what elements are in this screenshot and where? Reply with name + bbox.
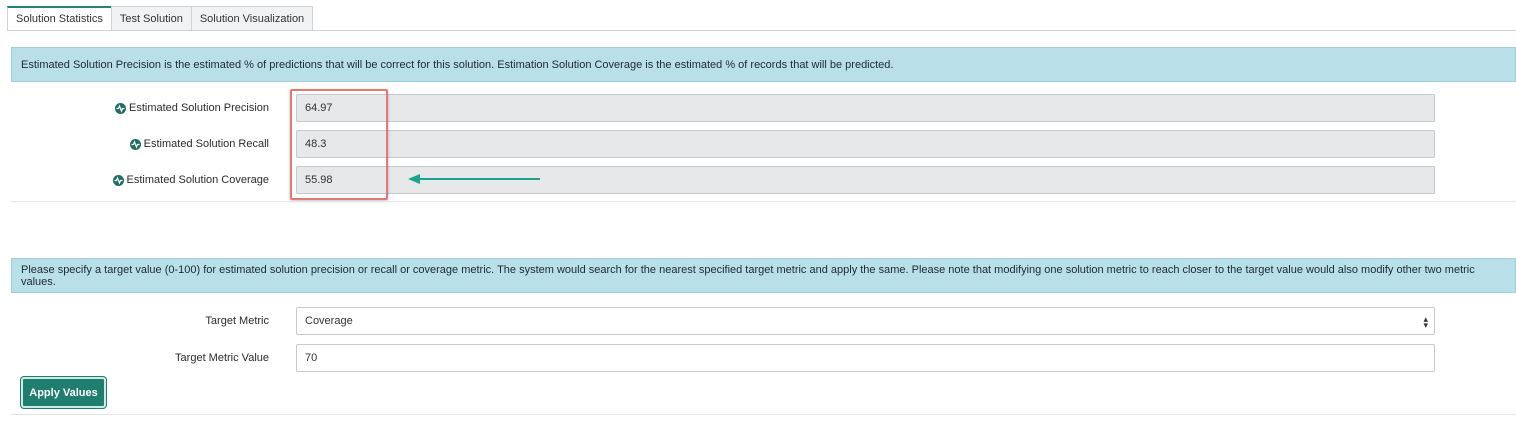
highlight-box xyxy=(290,89,388,200)
tab-solution-statistics[interactable]: Solution Statistics xyxy=(7,6,112,31)
target-info-banner: Please specify a target value (0-100) fo… xyxy=(11,258,1516,293)
target-metric-row: Target Metric Coverage ▴ ▾ xyxy=(0,307,1516,335)
activity-icon xyxy=(114,102,126,114)
target-metric-label: Target Metric xyxy=(205,315,269,327)
section-divider xyxy=(11,201,1516,202)
recall-row: Estimated Solution Recall 48.3 xyxy=(0,130,1516,158)
recall-value-field: 48.3 xyxy=(296,130,1435,158)
select-caret-icon: ▴ ▾ xyxy=(1423,314,1428,330)
recall-label-group: Estimated Solution Recall xyxy=(129,130,269,158)
precision-label-group: Estimated Solution Precision xyxy=(114,94,269,122)
activity-icon xyxy=(112,174,124,186)
tab-test-solution[interactable]: Test Solution xyxy=(110,6,192,31)
statistics-info-text: Estimated Solution Precision is the esti… xyxy=(21,58,894,71)
tab-bar: Solution Statistics Test Solution Soluti… xyxy=(7,6,314,31)
recall-label: Estimated Solution Recall xyxy=(143,138,269,150)
tab-solution-visualization[interactable]: Solution Visualization xyxy=(190,6,314,31)
target-value-text: 70 xyxy=(305,352,318,364)
coverage-label: Estimated Solution Coverage xyxy=(126,174,269,186)
target-metric-select[interactable]: Coverage ▴ ▾ xyxy=(296,307,1435,335)
activity-icon xyxy=(129,138,141,150)
coverage-label-group: Estimated Solution Coverage xyxy=(112,166,269,194)
precision-label: Estimated Solution Precision xyxy=(128,102,269,114)
arrow-left-icon xyxy=(408,174,540,184)
target-value-row: Target Metric Value 70 xyxy=(0,344,1516,372)
apply-values-button[interactable]: Apply Values xyxy=(21,377,106,408)
precision-value-field: 64.97 xyxy=(296,94,1435,122)
statistics-info-banner: Estimated Solution Precision is the esti… xyxy=(11,47,1516,82)
target-value-input[interactable]: 70 xyxy=(296,344,1435,372)
target-value-label: Target Metric Value xyxy=(175,352,269,364)
target-metric-selected: Coverage xyxy=(305,315,353,327)
tab-divider xyxy=(7,30,1516,31)
target-info-text: Please specify a target value (0-100) fo… xyxy=(21,263,1475,288)
precision-row: Estimated Solution Precision 64.97 xyxy=(0,94,1516,122)
coverage-row: Estimated Solution Coverage 55.98 xyxy=(0,166,1516,194)
footer-divider xyxy=(11,414,1516,415)
